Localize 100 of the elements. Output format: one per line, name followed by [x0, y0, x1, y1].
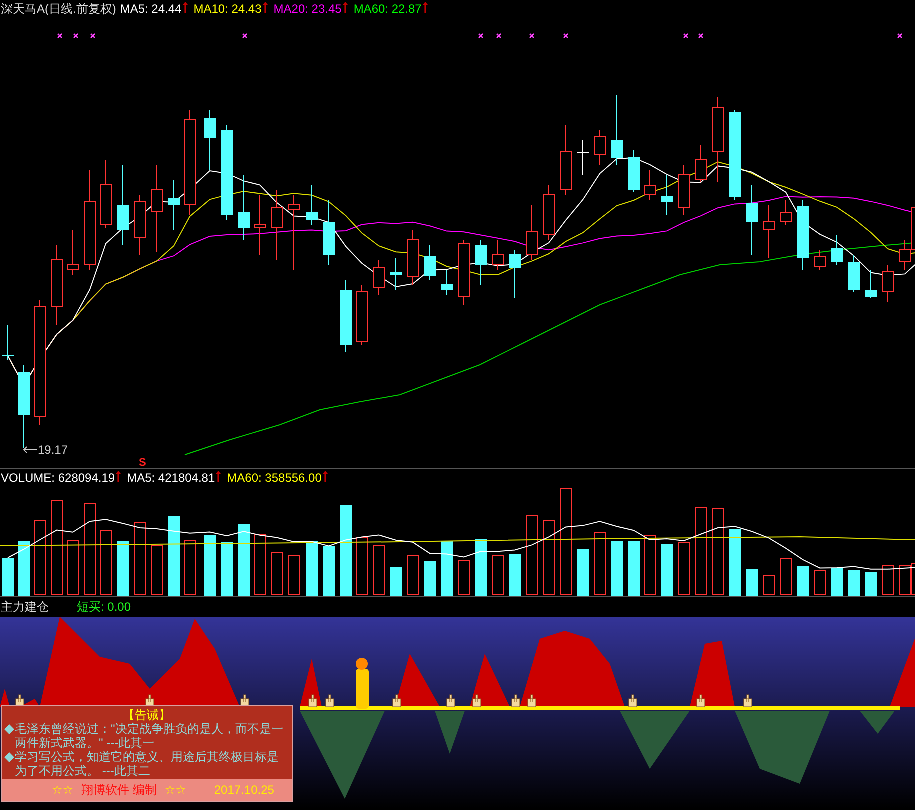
candlestick — [865, 270, 877, 298]
volume-bar — [390, 567, 402, 596]
volume-bar — [2, 558, 14, 596]
volume-bar — [100, 530, 112, 596]
candlestick — [204, 110, 216, 170]
volume-bar — [288, 556, 300, 596]
candlestick — [644, 170, 656, 200]
candlestick — [611, 94, 623, 166]
arrow-up-icon — [322, 470, 328, 482]
volume-bar — [661, 544, 673, 596]
ball-icon — [356, 658, 368, 670]
indicator-value: MA5: 24.44 — [120, 2, 182, 16]
volume-bar — [356, 538, 368, 596]
candlestick — [100, 160, 112, 228]
volume-bar — [797, 566, 809, 596]
candlestick — [560, 124, 572, 196]
candlestick — [424, 244, 436, 280]
cross-marker-icon — [57, 33, 63, 39]
notice-text: 学习写公式，知道它的意义、用途后其终极目标是为了不用公式。 ---此其二 — [15, 750, 280, 778]
author-text: 翔博软件 编制 — [82, 782, 157, 798]
candlestick — [695, 144, 707, 182]
candlestick — [271, 190, 283, 260]
volume-bar — [865, 572, 877, 596]
candlestick — [254, 194, 266, 256]
cross-marker-icon — [563, 33, 569, 39]
volume-bar — [204, 535, 216, 596]
volume-bar — [18, 541, 30, 596]
candlestick — [407, 230, 419, 286]
volume-bar — [458, 560, 470, 596]
volume-bar — [492, 556, 504, 596]
arrow-up-icon — [262, 2, 268, 13]
volume-bar — [729, 529, 741, 596]
volume-bar — [254, 534, 266, 596]
cross-marker-icon — [897, 33, 903, 39]
stars-text: ☆☆ — [164, 783, 186, 797]
low-price-label: 19.17 — [38, 443, 68, 457]
buy-signal-bar — [356, 669, 369, 709]
candlestick — [780, 200, 792, 226]
arrow-up-icon — [342, 2, 348, 13]
indicator-value: MA60: 358556.00 — [227, 470, 322, 484]
volume-bar — [441, 541, 453, 596]
indicator-readout: 短买: 0.00 — [77, 600, 132, 614]
volume-bar — [238, 524, 250, 596]
diamond-bullet-icon — [4, 724, 14, 734]
volume-bar — [271, 552, 283, 596]
stars-text: ☆☆ — [52, 783, 74, 797]
arrow-up-icon — [216, 470, 222, 482]
volume-bar — [780, 558, 792, 596]
candlestick — [543, 184, 555, 240]
signal-mark: S — [139, 457, 146, 468]
volume-bar — [611, 541, 623, 596]
notice-title: 【告诫】 — [122, 708, 172, 722]
volume-bar — [594, 532, 606, 596]
volume-bar — [746, 569, 758, 596]
volume-bar — [678, 542, 690, 596]
candlestick — [628, 150, 640, 192]
volume-bar — [424, 561, 436, 596]
arrow-up-icon — [422, 2, 428, 13]
volume-bar — [577, 549, 589, 596]
candlestick — [797, 200, 809, 270]
candlestick — [594, 130, 606, 166]
indicator-title: 主力建仓 — [1, 600, 49, 614]
arrow-up-icon — [182, 2, 188, 13]
candlestick — [661, 174, 673, 216]
candlestick — [458, 240, 470, 306]
candlestick — [882, 264, 894, 302]
cross-marker-icon — [73, 33, 79, 39]
volume-bar — [763, 576, 775, 596]
candlestick — [831, 234, 843, 266]
candlestick — [134, 194, 146, 256]
candlestick — [441, 270, 453, 296]
indicator-value: MA10: 24.43 — [194, 2, 262, 16]
volume-bar — [407, 556, 419, 596]
candlestick — [577, 140, 589, 176]
volume-bar — [67, 540, 79, 596]
volume-bar — [882, 566, 894, 596]
volume-bar — [475, 539, 487, 596]
cross-marker-icon — [90, 33, 96, 39]
diamond-bullet-icon — [4, 752, 14, 762]
volume-bar — [373, 546, 385, 596]
volume-bar — [644, 536, 656, 596]
indicator-value: VOLUME: 628094.19 — [1, 470, 116, 484]
indicator-value: MA20: 23.45 — [274, 2, 342, 16]
date-text: 2017.10.25 — [214, 783, 274, 797]
candlestick — [526, 204, 538, 260]
candlestick — [848, 254, 860, 292]
candlestick — [475, 240, 487, 286]
candlestick — [678, 164, 690, 216]
candlestick — [509, 250, 521, 298]
candlestick — [238, 174, 250, 240]
candlestick — [356, 284, 368, 346]
volume-bar — [184, 540, 196, 596]
notice-text: 毛泽东曾经说过："决定战争胜负的是人，而不是一两件新式武器。" ---此其一 — [15, 722, 284, 750]
volume-bar — [221, 542, 233, 596]
cross-marker-icon — [698, 33, 704, 39]
candlestick — [814, 250, 826, 270]
arrow-up-icon — [116, 470, 122, 482]
volume-bar — [848, 570, 860, 596]
volume-bar — [306, 541, 318, 596]
cross-marker-icon — [529, 33, 535, 39]
